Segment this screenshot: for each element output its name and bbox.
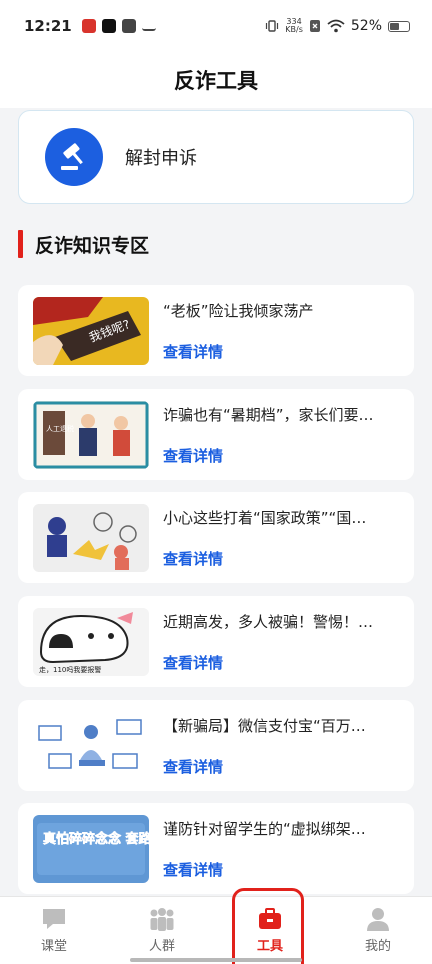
article-card[interactable]: 【新骗局】微信支付宝“百万… 查看详情 (18, 700, 414, 791)
article-thumbnail: 真怕碎碎念念 套路岁岁年年 (33, 814, 149, 883)
unblock-appeal-card[interactable]: 解封申诉 (18, 110, 414, 204)
tab-tools[interactable]: 工具 (216, 897, 324, 964)
section-accent-bar (18, 230, 23, 258)
view-details-link[interactable]: 查看详情 (163, 341, 397, 362)
home-indicator (130, 958, 302, 962)
chat-icon (43, 909, 65, 929)
battery-text: 52% (350, 18, 382, 34)
article-thumbnail: 人工退税 (33, 400, 149, 469)
app-notification-icon (81, 19, 96, 33)
battery-level (390, 22, 399, 30)
article-thumbnail (33, 711, 149, 780)
thumb-text: 人工退税 (46, 424, 74, 433)
battery-icon (388, 20, 410, 32)
person-icon (367, 908, 389, 931)
view-details-link[interactable]: 查看详情 (163, 445, 397, 466)
status-right: 334 KB/s 52% (265, 18, 410, 34)
section-header: 反诈知识专区 (18, 229, 149, 259)
status-time: 12:21 (24, 17, 72, 35)
tab-classroom[interactable]: 课堂 (0, 897, 108, 964)
group-icon (150, 908, 174, 931)
unblock-appeal-label: 解封申诉 (125, 148, 197, 169)
tab-label: 我的 (364, 939, 391, 954)
tab-label: 工具 (256, 939, 283, 954)
article-card[interactable]: 走，110吗我要报警 近期高发，多人被骗！警惕！… 查看详情 (18, 596, 414, 687)
article-thumbnail (33, 503, 149, 572)
article-text: 小心这些打着“国家政策”“国… 查看详情 (163, 507, 397, 569)
article-text: 谨防针对留学生的“虚拟绑架… 查看详情 (163, 818, 397, 880)
thumb-text: 真怕碎碎念念 套路岁岁年年 (43, 831, 149, 847)
gavel-icon (45, 128, 103, 186)
status-bar: 12:21 334 KB/s 52% (0, 0, 432, 52)
article-text: “老板”险让我倾家荡产 查看详情 (163, 300, 397, 362)
article-title: 【新骗局】微信支付宝“百万… (163, 716, 366, 735)
calendar-icon (121, 19, 136, 33)
article-card[interactable]: 小心这些打着“国家政策”“国… 查看详情 (18, 492, 414, 583)
tab-label: 课堂 (40, 939, 67, 954)
view-details-link[interactable]: 查看详情 (163, 548, 397, 569)
article-thumbnail: 我钱呢? (33, 296, 149, 365)
article-thumbnail: 走，110吗我要报警 (33, 607, 149, 676)
toolbox-icon (259, 908, 281, 929)
article-title: 诈骗也有“暑期档”，家长们要… (163, 405, 374, 424)
view-details-link[interactable]: 查看详情 (163, 756, 397, 777)
article-text: 【新骗局】微信支付宝“百万… 查看详情 (163, 715, 397, 777)
article-title: 近期高发，多人被骗！警惕！… (163, 612, 374, 631)
net-speed: 334 KB/s (285, 18, 303, 34)
tab-mine[interactable]: 我的 (324, 897, 432, 964)
article-text: 近期高发，多人被骗！警惕！… 查看详情 (163, 611, 397, 673)
article-title: “老板”险让我倾家荡产 (163, 301, 314, 320)
bottom-tab-bar: 课堂 人群 工具 我的 (0, 896, 432, 964)
title-bar: 反诈工具 (0, 52, 432, 108)
article-card[interactable]: 真怕碎碎念念 套路岁岁年年 谨防针对留学生的“虚拟绑架… 查看详情 (18, 803, 414, 894)
article-card[interactable]: 我钱呢? “老板”险让我倾家荡产 查看详情 (18, 285, 414, 376)
wifi-icon (327, 19, 345, 33)
vibrate-icon (266, 20, 279, 32)
sim-icon (309, 20, 320, 32)
article-text: 诈骗也有“暑期档”，家长们要… 查看详情 (163, 404, 397, 466)
net-speed-unit: KB/s (285, 25, 303, 34)
tab-crowd[interactable]: 人群 (108, 897, 216, 964)
view-details-link[interactable]: 查看详情 (163, 859, 397, 880)
article-title: 小心这些打着“国家政策”“国… (163, 508, 367, 527)
view-details-link[interactable]: 查看详情 (163, 652, 397, 673)
article-card[interactable]: 人工退税 诈骗也有“暑期档”，家长们要… 查看详情 (18, 389, 414, 480)
tiktok-icon (101, 19, 116, 33)
crown-icon (141, 21, 156, 31)
thumb-text: 走，110吗我要报警 (39, 665, 101, 674)
section-title: 反诈知识专区 (35, 234, 150, 257)
status-left: 12:21 (24, 17, 156, 35)
tab-label: 人群 (148, 939, 175, 954)
page-title: 反诈工具 (174, 69, 258, 93)
article-title: 谨防针对留学生的“虚拟绑架… (163, 819, 366, 838)
